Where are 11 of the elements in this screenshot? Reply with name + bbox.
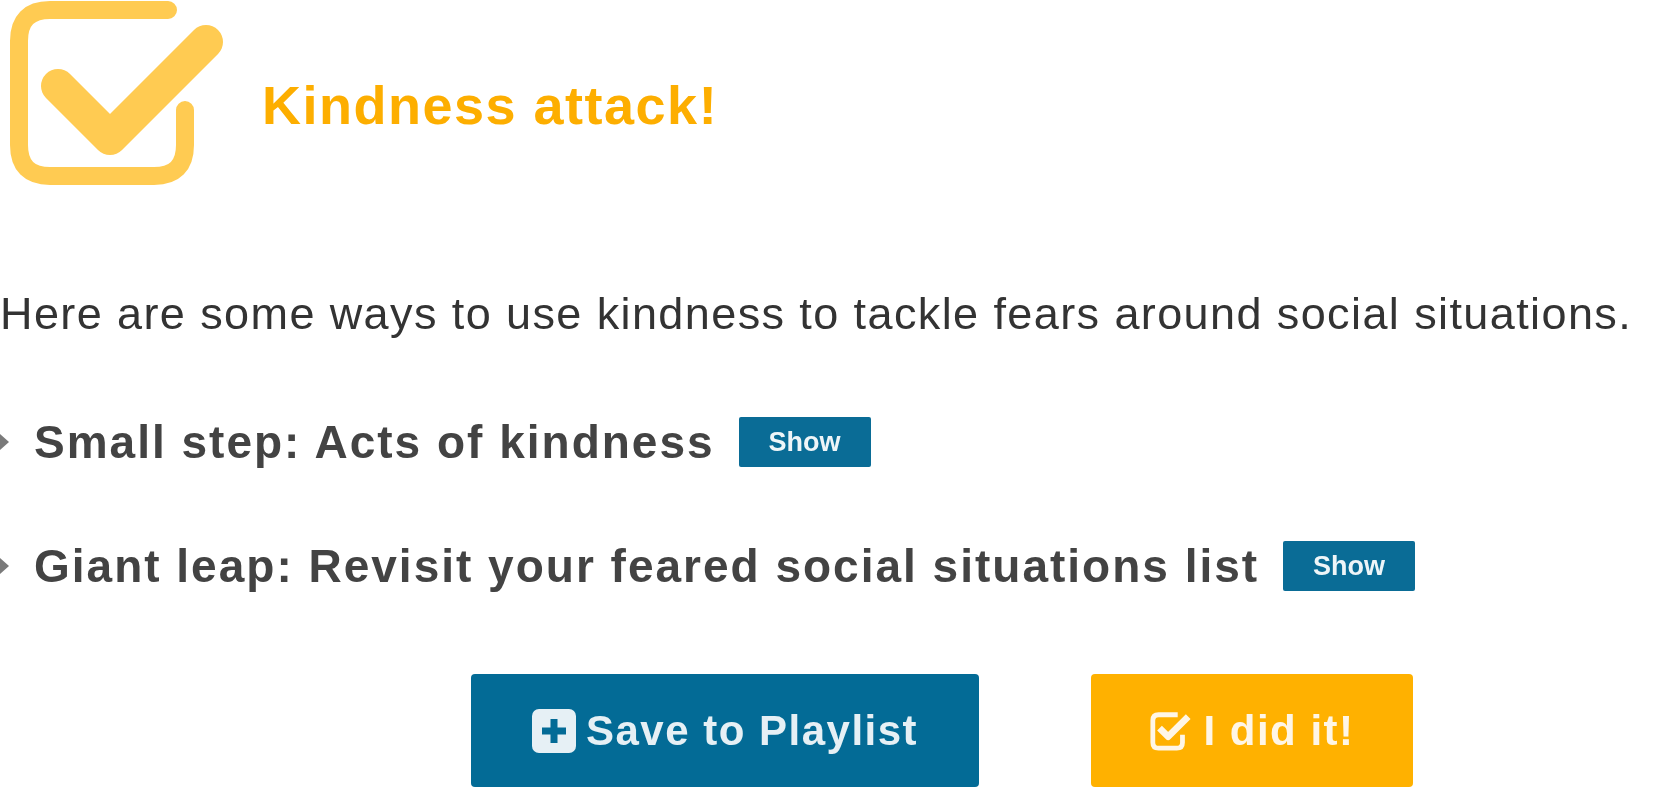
- page-title: Kindness attack!: [262, 74, 719, 136]
- show-button[interactable]: Show: [738, 417, 871, 467]
- intro-text: Here are some ways to use kindness to tackle fears around social situations.: [0, 290, 1634, 338]
- plus-square-icon: [531, 708, 576, 753]
- expand-triangle-icon[interactable]: [0, 432, 9, 452]
- expand-triangle-icon[interactable]: [0, 556, 9, 576]
- step-heading: Giant leap: Revisit your feared social situations list: [34, 539, 1260, 593]
- save-to-playlist-button[interactable]: Save to Playlist: [471, 674, 979, 787]
- show-button[interactable]: Show: [1283, 541, 1416, 591]
- checkbox-logo-icon: [8, 0, 224, 186]
- step-heading: Small step: Acts of kindness: [34, 415, 715, 469]
